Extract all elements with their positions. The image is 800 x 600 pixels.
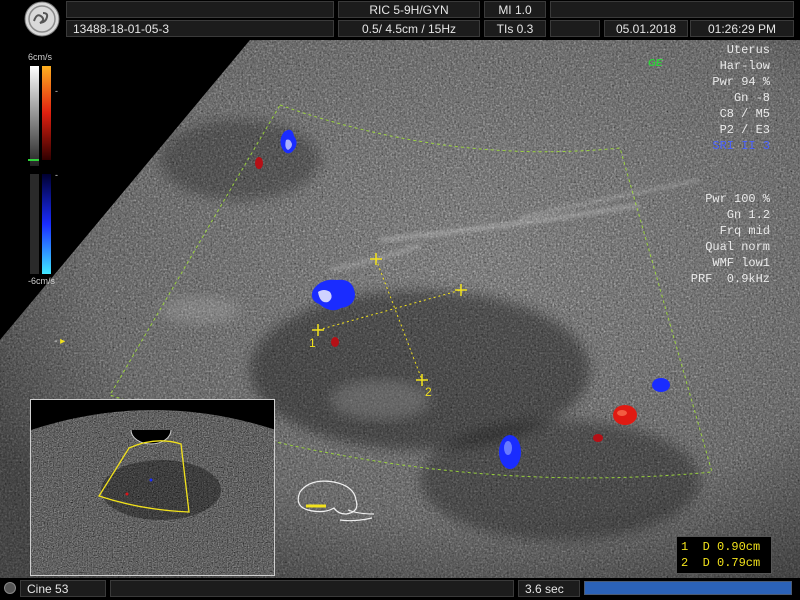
- scale-mid-bottom-tick: -: [55, 170, 58, 180]
- param-color-power: Pwr 100 %: [705, 192, 770, 206]
- scale-bottom-label: -6cm/s: [28, 276, 55, 286]
- cine-progress-bar[interactable]: [584, 581, 792, 595]
- probe-label: RIC 5-9H/GYN: [338, 1, 480, 18]
- param-color-gain: Gn 1.2: [726, 208, 770, 222]
- param-preset: Uterus: [726, 43, 770, 57]
- cine-progress-fill: [585, 582, 791, 594]
- color-velocity-scale: 6cm/s - - -6cm/s: [28, 52, 68, 292]
- caliper-label-2: 2: [425, 385, 432, 399]
- orientation-marker: - ▸: [54, 336, 66, 347]
- mi-index: MI 1.0: [484, 1, 546, 18]
- param-sri: SRI II 3: [712, 139, 770, 153]
- param-frequency: Frq mid: [719, 224, 770, 238]
- color-parameters: Pwr 100 % Gn 1.2 Frq mid Qual norm WMF l…: [691, 191, 770, 287]
- header-top-right-blank: [550, 1, 794, 18]
- param-cm: C8 / M5: [719, 107, 770, 121]
- param-power: Pwr 94 %: [712, 75, 770, 89]
- study-id: 13488-18-01-05-3: [66, 20, 334, 37]
- overview-inset[interactable]: [30, 399, 275, 576]
- measurement-2: 2 D 0.79cm: [681, 556, 761, 570]
- measurement-readout: 1 D 0.90cm 2 D 0.79cm: [676, 536, 772, 574]
- exam-time: 01:26:29 PM: [690, 20, 794, 37]
- scale-bars: [28, 66, 51, 274]
- ge-logo-icon: [24, 1, 60, 37]
- scale-top-label: 6cm/s: [28, 52, 53, 62]
- top-info-bar: RIC 5-9H/GYN MI 1.0 13488-18-01-05-3 0.5…: [0, 0, 800, 40]
- tis-index: TIs 0.3: [484, 20, 546, 37]
- cine-duration: 3.6 sec: [518, 580, 580, 597]
- header-top-left-blank: [66, 1, 334, 18]
- cine-blank-slot: [110, 580, 514, 597]
- bmode-parameters: Uterus Har-low Pwr 94 % Gn -8 C8 / M5 P2…: [712, 42, 770, 154]
- depth-frequency: 0.5/ 4.5cm / 15Hz: [338, 20, 480, 37]
- param-harmonic: Har-low: [719, 59, 770, 73]
- param-pe: P2 / E3: [719, 123, 770, 137]
- ge-tag: GE: [648, 58, 663, 69]
- exam-date: 05.01.2018: [604, 20, 688, 37]
- overview-image: [31, 410, 274, 575]
- measurement-1: 1 D 0.90cm: [681, 540, 761, 554]
- scale-mid-top-tick: -: [55, 86, 58, 96]
- param-quality: Qual norm: [705, 240, 770, 254]
- param-wall-filter: WMF low1: [712, 256, 770, 270]
- param-gain: Gn -8: [733, 91, 770, 105]
- cine-record-icon[interactable]: [4, 582, 16, 594]
- caliper-label-1: 1: [309, 336, 316, 350]
- cine-frame-label: Cine 53: [20, 580, 106, 597]
- header-spacer: [550, 20, 600, 37]
- param-prf: PRF 0.9kHz: [690, 272, 770, 286]
